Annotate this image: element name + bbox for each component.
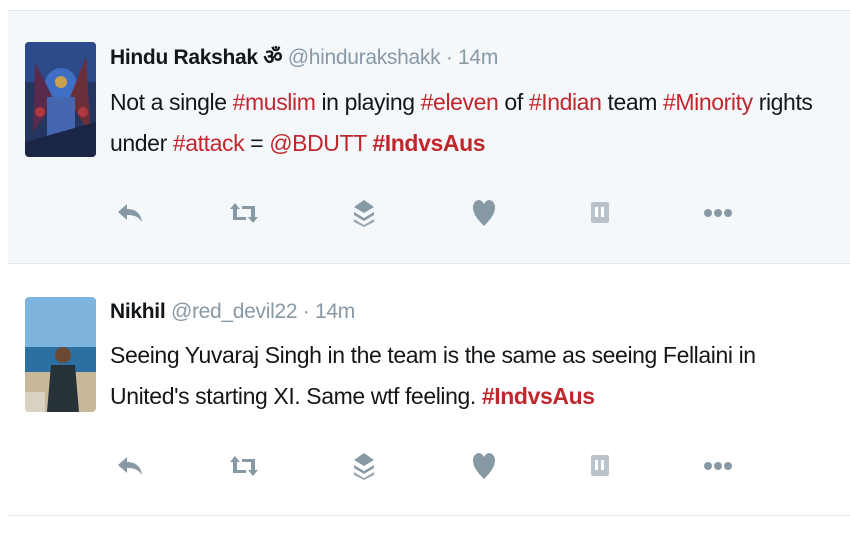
reply-button[interactable] [112,195,148,231]
more-icon [704,462,732,470]
tweet-feed: Hindu Rakshak ॐ @hindurakshakk · 14m Not… [0,0,850,550]
tweet[interactable]: Hindu Rakshak ॐ @hindurakshakk · 14m Not… [8,10,850,263]
hashtag-link[interactable]: #Indian [529,89,602,115]
tweet-text: Seeing Yuvaraj Singh in the team is the … [110,335,840,417]
like-button[interactable] [466,195,502,231]
retweet-button[interactable] [226,195,262,231]
reply-icon [118,204,142,222]
tweet-text-segment: in playing [315,89,421,115]
poll-icon [591,202,609,223]
stack-icon [354,200,374,227]
stack-button[interactable] [346,448,382,484]
tweet-header: Hindu Rakshak ॐ @hindurakshakk · 14m [110,43,498,71]
feed-bottom [8,516,850,550]
reply-button[interactable] [112,448,148,484]
heart-icon [473,453,495,479]
retweet-icon [230,456,258,476]
reply-icon [118,457,142,475]
poll-button[interactable] [582,448,618,484]
display-name[interactable]: Nikhil [110,300,166,323]
hashtag-link[interactable]: #eleven [421,89,499,115]
poll-icon [591,455,609,476]
tweet[interactable]: Nikhil @red_devil22 · 14m Seeing Yuvaraj… [8,263,850,516]
stack-button[interactable] [346,195,382,231]
user-handle[interactable]: @red_devil22 [171,300,298,323]
more-button[interactable] [700,195,736,231]
action-bar [106,195,746,231]
poll-button[interactable] [582,195,618,231]
hashtag-link[interactable]: #attack [173,130,245,156]
display-name[interactable]: Hindu Rakshak ॐ [110,46,283,69]
tweet-text-segment: Seeing Yuvaraj Singh in the team is the … [110,342,756,409]
tweet-text-segment: = [244,130,270,156]
like-button[interactable] [466,448,502,484]
more-icon [704,209,732,217]
tweet-text-segment: team [601,89,663,115]
tweet-header: Nikhil @red_devil22 · 14m [110,300,355,324]
tweet-text-segment: Not a single [110,89,233,115]
stack-icon [354,453,374,480]
avatar[interactable] [25,42,96,157]
more-button[interactable] [700,448,736,484]
avatar[interactable] [25,297,96,412]
action-bar [106,448,746,484]
retweet-button[interactable] [226,448,262,484]
hashtag-link[interactable]: #IndvsAus [482,383,595,409]
tweet-text: Not a single #muslim in playing #eleven … [110,82,840,164]
retweet-icon [230,203,258,223]
hashtag-link[interactable]: #Minority [663,89,753,115]
timestamp[interactable]: · 14m [446,46,498,69]
tweet-text-segment: of [498,89,529,115]
hashtag-link[interactable]: #muslim [233,89,316,115]
timestamp[interactable]: · 14m [303,300,355,323]
user-handle[interactable]: @hindurakshakk [288,46,441,69]
mention-link[interactable]: @BDUTT [269,130,367,156]
heart-icon [473,200,495,226]
hashtag-link[interactable]: #IndvsAus [372,130,485,156]
